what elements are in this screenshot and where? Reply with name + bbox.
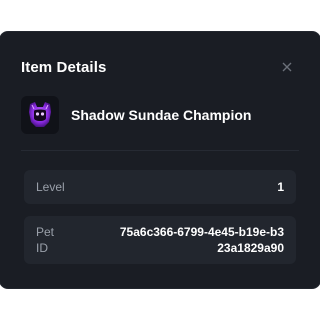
pet-thumbnail (21, 96, 59, 134)
modal-title: Item Details (21, 58, 107, 76)
pet-thumbnail-icon (29, 102, 51, 127)
pet-id-field: Pet ID 75a6c366-6799-4e45-b19e-b323a1829… (24, 216, 296, 264)
modal-header: Item Details (21, 56, 296, 78)
pet-id-label: Pet ID (36, 225, 55, 255)
close-icon (282, 62, 292, 72)
pet-id-value[interactable]: 75a6c366-6799-4e45-b19e-b323a1829a90 (114, 224, 284, 256)
level-label: Level (36, 180, 65, 194)
divider (21, 150, 299, 151)
item-details-modal: Item Details Shadow Sundae Champion Leve… (0, 32, 320, 288)
item-name: Shadow Sundae Champion (71, 107, 252, 123)
level-field: Level 1 (24, 170, 296, 204)
level-value: 1 (277, 180, 284, 194)
item-summary: Shadow Sundae Champion (21, 96, 296, 134)
close-button[interactable] (278, 58, 296, 76)
